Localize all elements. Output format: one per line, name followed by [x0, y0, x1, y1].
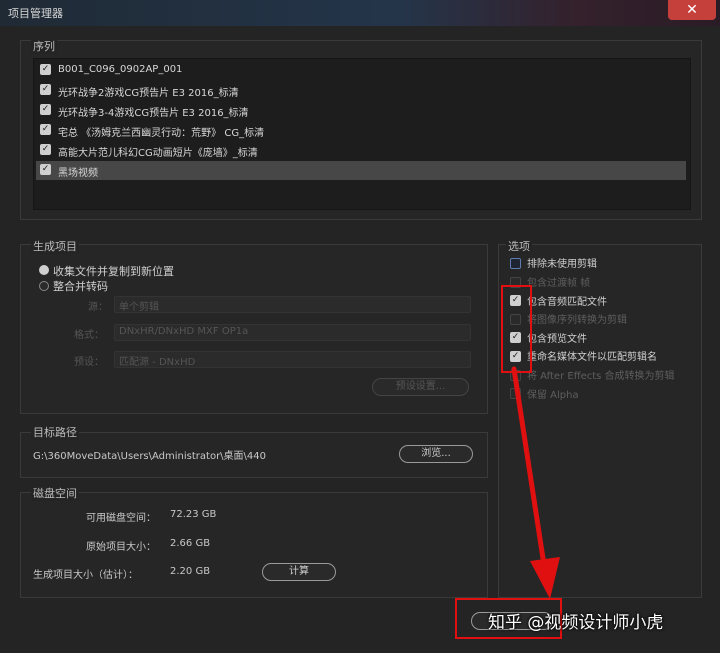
sequence-label: 光环战争3-4游戏CG预告片 E3 2016_标清 — [58, 108, 249, 119]
original-size-label: 原始项目大小： — [86, 542, 156, 553]
sequence-checkbox[interactable]: ✓ — [40, 124, 51, 135]
exclude-unused-label: 排除未使用剪辑 — [527, 259, 597, 270]
generated-size-value: 2.20 GB — [170, 566, 211, 577]
sequence-label: 黑场视频 — [58, 168, 98, 179]
close-button[interactable]: ✕ — [668, 0, 716, 20]
preset-value: 匹配源 - DNxHD — [119, 357, 196, 368]
sequence-item[interactable]: ✓ B001_C096_0902AP_001 — [36, 61, 686, 80]
disk-group-label: 磁盘空间 — [31, 485, 79, 501]
sequence-label: 高能大片范儿科幻CG动画短片《庞墙》_标清 — [58, 148, 258, 159]
original-size-value: 2.66 GB — [170, 538, 211, 549]
include-audio-label: 包含音频匹配文件 — [527, 297, 607, 308]
collect-label: 收集文件并复制到新位置 — [53, 265, 174, 278]
convert-sequence-label: 将图像序列转换为剪辑 — [527, 315, 627, 326]
watermark-text: 知乎 @视频设计师小虎 — [488, 613, 664, 633]
exclude-unused-checkbox[interactable] — [510, 258, 521, 269]
target-group-label: 目标路径 — [31, 424, 79, 440]
available-space-value: 72.23 GB — [170, 509, 217, 520]
source-label: 源： — [88, 302, 108, 313]
compute-button[interactable]: 计算 — [262, 563, 336, 581]
format-select: DNxHR/DNxHD MXF OP1a — [114, 324, 471, 341]
sequence-checkbox[interactable]: ✓ — [40, 104, 51, 115]
consolidate-label: 整合并转码 — [53, 280, 108, 293]
preset-select: 匹配源 - DNxHD — [114, 351, 471, 368]
rename-media-label: 重命名媒体文件以匹配剪辑名 — [527, 352, 657, 363]
annotation-arrow — [511, 366, 560, 599]
annotation-highlight-box — [501, 285, 532, 373]
consolidate-radio[interactable] — [39, 281, 49, 291]
preset-label: 预设： — [74, 357, 104, 368]
sequence-item[interactable]: ✓ 光环战争3-4游戏CG预告片 E3 2016_标清 — [36, 101, 686, 120]
close-icon: ✕ — [686, 2, 698, 18]
sequence-label: B001_C096_0902AP_001 — [58, 64, 183, 75]
format-value: DNxHR/DNxHD MXF OP1a — [119, 326, 249, 337]
sequence-item[interactable]: ✓ 高能大片范儿科幻CG动画短片《庞墙》_标清 — [36, 141, 686, 160]
preset-settings-button: 预设设置... — [372, 378, 469, 396]
browse-button[interactable]: 浏览... — [399, 445, 473, 463]
sequence-item-selected[interactable]: ✓ 黑场视频 — [36, 161, 686, 180]
include-handles-label: 包含过渡帧 帧 — [527, 278, 591, 289]
window-title: 项目管理器 — [8, 7, 63, 20]
sequence-item[interactable]: ✓ 光环战争2游戏CG预告片 E3 2016_标清 — [36, 81, 686, 100]
target-path: G:\360MoveData\Users\Administrator\桌面\44… — [33, 451, 267, 462]
source-select: 单个剪辑 — [114, 296, 471, 313]
sequence-item[interactable]: ✓ 宅总 《汤姆克兰西幽灵行动：荒野》 CG_标清 — [36, 121, 686, 140]
sequence-checkbox[interactable]: ✓ — [40, 144, 51, 155]
include-preview-label: 包含预览文件 — [527, 334, 587, 345]
sequence-group-label: 序列 — [31, 38, 57, 54]
source-value: 单个剪辑 — [119, 302, 159, 313]
sequence-label: 光环战争2游戏CG预告片 E3 2016_标清 — [58, 88, 239, 99]
sequence-list[interactable]: ✓ B001_C096_0902AP_001 ✓ 光环战争2游戏CG预告片 E3… — [33, 58, 691, 210]
window-title-bar: 项目管理器 ✕ — [0, 0, 720, 26]
available-space-label: 可用磁盘空间： — [86, 513, 156, 524]
collect-radio[interactable] — [39, 265, 49, 275]
sequence-checkbox[interactable]: ✓ — [40, 64, 51, 75]
sequence-label: 宅总 《汤姆克兰西幽灵行动：荒野》 CG_标清 — [58, 128, 265, 139]
options-group-label: 选项 — [506, 238, 532, 254]
sequence-checkbox[interactable]: ✓ — [40, 164, 51, 175]
format-label: 格式： — [74, 330, 104, 341]
generated-size-label: 生成项目大小（估计）： — [33, 570, 138, 581]
generate-group-label: 生成项目 — [31, 238, 79, 254]
sequence-checkbox[interactable]: ✓ — [40, 84, 51, 95]
